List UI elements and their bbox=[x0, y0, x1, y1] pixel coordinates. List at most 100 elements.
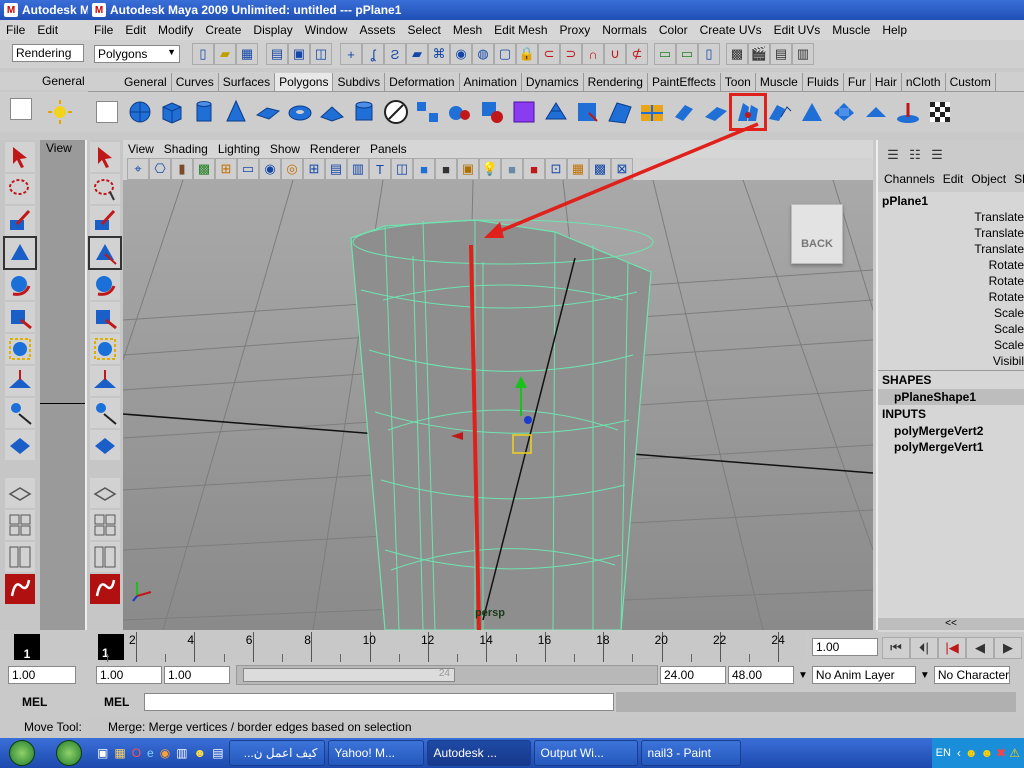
use-all-lights-icon[interactable]: ◫ bbox=[391, 158, 413, 180]
channels-object-menu[interactable]: Object bbox=[971, 172, 1006, 186]
universal-manipulator-icon[interactable] bbox=[90, 334, 120, 364]
animation-end-field[interactable]: 48.00 bbox=[728, 666, 794, 684]
step-back-key-icon[interactable]: ⏴| bbox=[910, 637, 938, 659]
panel-menu-renderer[interactable]: Renderer bbox=[305, 142, 365, 156]
attr-translate-y[interactable]: Translate bbox=[878, 226, 1024, 242]
tray-user-icon[interactable]: ☻ bbox=[981, 746, 994, 760]
back-timeline[interactable]: 1 bbox=[0, 632, 90, 662]
channels-edit-menu[interactable]: Edit bbox=[943, 172, 964, 186]
display-res-icon[interactable]: ■ bbox=[523, 158, 545, 180]
back-shelf-menu[interactable] bbox=[10, 98, 32, 120]
fill-hole-icon[interactable] bbox=[606, 98, 634, 126]
poly-cube-icon[interactable] bbox=[158, 98, 186, 126]
back-menu-file[interactable]: File bbox=[0, 23, 31, 37]
shelf-tab-hair[interactable]: Hair bbox=[871, 72, 902, 91]
channel-box-scroll-button[interactable]: << bbox=[878, 618, 1024, 630]
back-select-tool[interactable] bbox=[5, 142, 35, 172]
append-polygon-icon[interactable] bbox=[670, 98, 698, 126]
chevron-down-icon[interactable]: ▼ bbox=[798, 670, 808, 681]
menu-muscle[interactable]: Muscle bbox=[826, 23, 876, 37]
channel-box-layout-icon[interactable]: ☰ bbox=[882, 144, 904, 166]
smooth-icon[interactable] bbox=[510, 98, 538, 126]
select-by-curve-icon[interactable]: Ƨ bbox=[384, 43, 406, 65]
range-slider-bar[interactable]: 24 bbox=[243, 668, 455, 682]
shelf-tab-rendering[interactable]: Rendering bbox=[584, 72, 648, 91]
shelf-tab-surfaces[interactable]: Surfaces bbox=[219, 72, 276, 91]
poly-pipe-icon[interactable] bbox=[350, 98, 378, 126]
ie-icon[interactable]: e bbox=[147, 746, 154, 760]
shelf-tab-subdivs[interactable]: Subdivs bbox=[333, 72, 386, 91]
play-backwards-icon[interactable]: ◀ bbox=[966, 637, 994, 659]
isolate-icon[interactable]: ■ bbox=[501, 158, 523, 180]
poly-prism-icon[interactable] bbox=[318, 98, 346, 126]
mirror-geometry-icon[interactable] bbox=[574, 98, 602, 126]
snap-curve-icon[interactable]: ⊃ bbox=[560, 43, 582, 65]
back-shelf-tab-general[interactable]: General bbox=[42, 74, 85, 88]
mel-command-input[interactable] bbox=[144, 693, 614, 711]
select-by-render-icon[interactable]: ◍ bbox=[472, 43, 494, 65]
quick-launch-icon[interactable]: ▤ bbox=[212, 746, 223, 760]
show-desktop-icon[interactable]: ▣ bbox=[97, 746, 108, 760]
tray-warning-icon[interactable]: ⚠ bbox=[1009, 746, 1020, 760]
tray-error-icon[interactable]: ✖ bbox=[996, 746, 1006, 760]
attribute-editor-layout-icon[interactable]: ☷ bbox=[904, 144, 926, 166]
render-globals-icon[interactable]: ▥ bbox=[792, 43, 814, 65]
shelf-tab-curves[interactable]: Curves bbox=[172, 72, 219, 91]
select-by-surface-icon[interactable]: ▰ bbox=[406, 43, 428, 65]
back-window-titlebar[interactable]: M Autodesk M bbox=[0, 0, 90, 20]
four-view-layout-icon[interactable] bbox=[90, 510, 120, 540]
open-scene-icon[interactable]: ▰ bbox=[214, 43, 236, 65]
attr-translate-x[interactable]: Translate bbox=[878, 210, 1024, 226]
show-manipulator-icon[interactable] bbox=[90, 398, 120, 428]
merge-vertices-icon[interactable] bbox=[729, 93, 767, 131]
xray-icon[interactable]: ▣ bbox=[457, 158, 479, 180]
back-menu-edit[interactable]: Edit bbox=[31, 23, 64, 37]
combine-icon[interactable] bbox=[414, 98, 442, 126]
safe-action-icon[interactable]: ◎ bbox=[281, 158, 303, 180]
back-layout-single-icon[interactable] bbox=[5, 478, 35, 508]
current-frame-marker[interactable]: 1 bbox=[98, 634, 124, 660]
soft-modification-icon[interactable] bbox=[90, 366, 120, 396]
shelf-menu-button[interactable] bbox=[96, 101, 118, 123]
panel-menu-show[interactable]: Show bbox=[265, 142, 305, 156]
image-plane-icon[interactable]: ▩ bbox=[193, 158, 215, 180]
save-scene-icon[interactable]: ▦ bbox=[236, 43, 258, 65]
bridge-icon[interactable] bbox=[830, 98, 858, 126]
playback-start-field[interactable]: 1.00 bbox=[164, 666, 230, 684]
select-tool-icon[interactable] bbox=[90, 142, 120, 172]
scale-tool-icon[interactable] bbox=[90, 302, 120, 332]
shelf-tab-polygons[interactable]: Polygons bbox=[275, 72, 334, 91]
high-quality-icon[interactable]: ■ bbox=[435, 158, 457, 180]
poly-plane-icon[interactable] bbox=[254, 98, 282, 126]
shelf-tab-fur[interactable]: Fur bbox=[844, 72, 871, 91]
sun-light-icon[interactable] bbox=[46, 98, 74, 126]
playback-end-field[interactable]: 24.00 bbox=[660, 666, 726, 684]
back-move-tool[interactable] bbox=[3, 236, 37, 270]
back-lasso-tool[interactable] bbox=[5, 174, 35, 204]
go-to-start-icon[interactable]: ⏮ bbox=[882, 637, 910, 659]
menu-select[interactable]: Select bbox=[401, 23, 446, 37]
shape-node[interactable]: pPlaneShape1 bbox=[878, 389, 1024, 405]
view-cube[interactable]: BACK bbox=[791, 204, 843, 264]
back-soft-mod-tool[interactable] bbox=[5, 366, 35, 396]
shelf-tab-dynamics[interactable]: Dynamics bbox=[522, 72, 584, 91]
menu-mesh[interactable]: Mesh bbox=[447, 23, 488, 37]
panel-menu-view[interactable]: View bbox=[123, 142, 159, 156]
menu-edit-mesh[interactable]: Edit Mesh bbox=[488, 23, 553, 37]
separate-icon[interactable] bbox=[446, 98, 474, 126]
shelf-tab-general[interactable]: General bbox=[120, 72, 172, 91]
shelf-tab-toon[interactable]: Toon bbox=[721, 72, 756, 91]
panel-menu-lighting[interactable]: Lighting bbox=[213, 142, 265, 156]
frame-selection-icon[interactable]: ⊡ bbox=[545, 158, 567, 180]
film-gate-icon[interactable]: ▭ bbox=[237, 158, 259, 180]
taskbar-item-arabic[interactable]: كيف اعمل ن... bbox=[228, 740, 325, 766]
panel-menu-shading[interactable]: Shading bbox=[159, 142, 213, 156]
menu-help[interactable]: Help bbox=[876, 23, 913, 37]
menu-window[interactable]: Window bbox=[299, 23, 354, 37]
select-by-deformer-icon[interactable]: ⌘ bbox=[428, 43, 450, 65]
wireframe-on-shaded-icon[interactable]: ▥ bbox=[347, 158, 369, 180]
output-ops-icon[interactable]: ▭ bbox=[676, 43, 698, 65]
make-live-icon[interactable]: ⊄ bbox=[626, 43, 648, 65]
snap-point-icon[interactable]: ∩ bbox=[582, 43, 604, 65]
start-button[interactable] bbox=[0, 739, 44, 767]
